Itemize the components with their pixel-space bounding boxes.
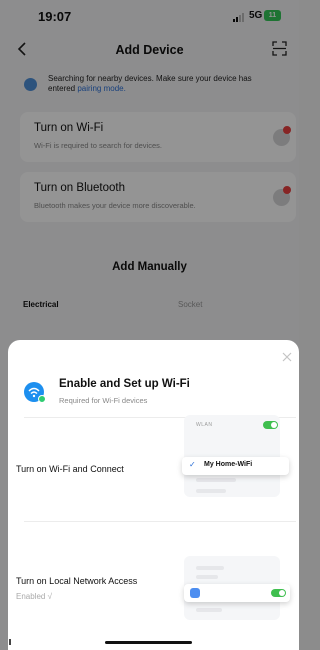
placeholder-bar <box>196 489 226 493</box>
placeholder-bar <box>196 575 218 579</box>
local-network-status: Enabled √ <box>16 592 52 601</box>
check-badge-icon <box>38 395 46 403</box>
sheet-subtitle: Required for Wi-Fi devices <box>59 396 148 405</box>
wifi-network-name: My Home-WiFi <box>204 461 253 468</box>
wlan-illustration: WLAN <box>184 415 280 497</box>
divider <box>24 521 296 522</box>
wifi-network-item: ✓ My Home-WiFi <box>182 457 289 475</box>
globe-icon <box>190 588 200 598</box>
close-icon[interactable] <box>281 351 293 363</box>
local-network-item <box>184 584 290 602</box>
home-indicator[interactable] <box>105 641 192 644</box>
placeholder-bar <box>196 566 224 570</box>
step-wifi-connect[interactable]: Turn on Wi-Fi and Connect <box>16 464 124 474</box>
sheet-title: Enable and Set up Wi-Fi <box>59 378 190 390</box>
wlan-toggle <box>263 421 278 429</box>
selected-check-icon: ✓ <box>189 460 196 469</box>
local-network-toggle <box>271 589 286 597</box>
step-local-network[interactable]: Turn on Local Network Access <box>16 576 137 586</box>
edge-mark <box>9 639 11 645</box>
placeholder-bar <box>196 608 222 612</box>
wlan-header: WLAN <box>196 422 213 428</box>
placeholder-bar <box>196 478 236 482</box>
